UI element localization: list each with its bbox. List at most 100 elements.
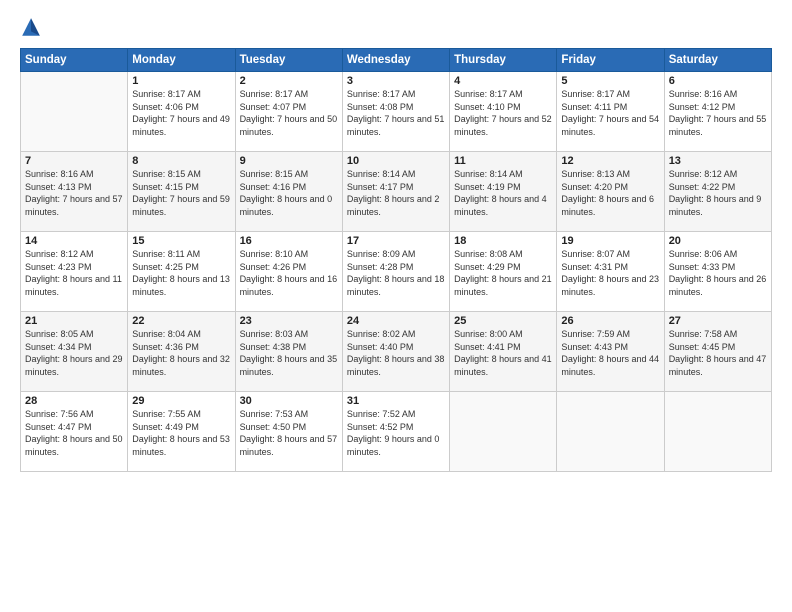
calendar-cell: 24Sunrise: 8:02 AMSunset: 4:40 PMDayligh… <box>342 312 449 392</box>
day-number: 19 <box>561 235 659 247</box>
calendar-cell: 14Sunrise: 8:12 AMSunset: 4:23 PMDayligh… <box>21 232 128 312</box>
day-number: 30 <box>240 395 338 407</box>
day-number: 31 <box>347 395 445 407</box>
day-info: Sunrise: 8:15 AMSunset: 4:15 PMDaylight:… <box>132 168 230 218</box>
day-number: 12 <box>561 155 659 167</box>
calendar-cell: 29Sunrise: 7:55 AMSunset: 4:49 PMDayligh… <box>128 392 235 472</box>
day-info: Sunrise: 8:16 AMSunset: 4:12 PMDaylight:… <box>669 88 767 138</box>
calendar-cell: 7Sunrise: 8:16 AMSunset: 4:13 PMDaylight… <box>21 152 128 232</box>
day-number: 7 <box>25 155 123 167</box>
day-info: Sunrise: 8:15 AMSunset: 4:16 PMDaylight:… <box>240 168 338 218</box>
day-info: Sunrise: 8:05 AMSunset: 4:34 PMDaylight:… <box>25 328 123 378</box>
day-number: 29 <box>132 395 230 407</box>
day-number: 3 <box>347 75 445 87</box>
day-number: 13 <box>669 155 767 167</box>
calendar-cell <box>557 392 664 472</box>
day-number: 9 <box>240 155 338 167</box>
calendar-week-2: 7Sunrise: 8:16 AMSunset: 4:13 PMDaylight… <box>21 152 772 232</box>
day-info: Sunrise: 8:11 AMSunset: 4:25 PMDaylight:… <box>132 248 230 298</box>
calendar-cell: 15Sunrise: 8:11 AMSunset: 4:25 PMDayligh… <box>128 232 235 312</box>
calendar-cell: 19Sunrise: 8:07 AMSunset: 4:31 PMDayligh… <box>557 232 664 312</box>
day-number: 1 <box>132 75 230 87</box>
day-info: Sunrise: 8:08 AMSunset: 4:29 PMDaylight:… <box>454 248 552 298</box>
calendar-cell: 31Sunrise: 7:52 AMSunset: 4:52 PMDayligh… <box>342 392 449 472</box>
day-number: 4 <box>454 75 552 87</box>
calendar-cell <box>21 72 128 152</box>
day-info: Sunrise: 8:17 AMSunset: 4:07 PMDaylight:… <box>240 88 338 138</box>
day-info: Sunrise: 7:52 AMSunset: 4:52 PMDaylight:… <box>347 408 445 458</box>
logo-icon <box>20 16 42 38</box>
calendar-cell: 1Sunrise: 8:17 AMSunset: 4:06 PMDaylight… <box>128 72 235 152</box>
day-info: Sunrise: 8:03 AMSunset: 4:38 PMDaylight:… <box>240 328 338 378</box>
calendar-week-4: 21Sunrise: 8:05 AMSunset: 4:34 PMDayligh… <box>21 312 772 392</box>
day-number: 6 <box>669 75 767 87</box>
weekday-row: SundayMondayTuesdayWednesdayThursdayFrid… <box>21 49 772 72</box>
day-number: 8 <box>132 155 230 167</box>
day-number: 24 <box>347 315 445 327</box>
day-info: Sunrise: 8:17 AMSunset: 4:08 PMDaylight:… <box>347 88 445 138</box>
day-info: Sunrise: 8:07 AMSunset: 4:31 PMDaylight:… <box>561 248 659 298</box>
day-info: Sunrise: 8:17 AMSunset: 4:06 PMDaylight:… <box>132 88 230 138</box>
calendar-cell: 17Sunrise: 8:09 AMSunset: 4:28 PMDayligh… <box>342 232 449 312</box>
day-number: 26 <box>561 315 659 327</box>
weekday-header-friday: Friday <box>557 49 664 72</box>
day-number: 20 <box>669 235 767 247</box>
day-number: 5 <box>561 75 659 87</box>
logo <box>20 16 46 38</box>
calendar-header: SundayMondayTuesdayWednesdayThursdayFrid… <box>21 49 772 72</box>
day-info: Sunrise: 8:09 AMSunset: 4:28 PMDaylight:… <box>347 248 445 298</box>
calendar-cell <box>450 392 557 472</box>
day-number: 21 <box>25 315 123 327</box>
day-info: Sunrise: 8:13 AMSunset: 4:20 PMDaylight:… <box>561 168 659 218</box>
day-info: Sunrise: 8:10 AMSunset: 4:26 PMDaylight:… <box>240 248 338 298</box>
day-info: Sunrise: 8:12 AMSunset: 4:22 PMDaylight:… <box>669 168 767 218</box>
day-info: Sunrise: 8:17 AMSunset: 4:10 PMDaylight:… <box>454 88 552 138</box>
day-info: Sunrise: 8:16 AMSunset: 4:13 PMDaylight:… <box>25 168 123 218</box>
day-info: Sunrise: 7:56 AMSunset: 4:47 PMDaylight:… <box>25 408 123 458</box>
day-number: 16 <box>240 235 338 247</box>
calendar-week-3: 14Sunrise: 8:12 AMSunset: 4:23 PMDayligh… <box>21 232 772 312</box>
day-info: Sunrise: 7:55 AMSunset: 4:49 PMDaylight:… <box>132 408 230 458</box>
calendar-cell: 30Sunrise: 7:53 AMSunset: 4:50 PMDayligh… <box>235 392 342 472</box>
calendar-cell: 16Sunrise: 8:10 AMSunset: 4:26 PMDayligh… <box>235 232 342 312</box>
day-number: 11 <box>454 155 552 167</box>
day-info: Sunrise: 8:14 AMSunset: 4:19 PMDaylight:… <box>454 168 552 218</box>
weekday-header-saturday: Saturday <box>664 49 771 72</box>
day-info: Sunrise: 7:58 AMSunset: 4:45 PMDaylight:… <box>669 328 767 378</box>
calendar-cell: 23Sunrise: 8:03 AMSunset: 4:38 PMDayligh… <box>235 312 342 392</box>
calendar-cell: 21Sunrise: 8:05 AMSunset: 4:34 PMDayligh… <box>21 312 128 392</box>
day-number: 25 <box>454 315 552 327</box>
calendar-cell: 4Sunrise: 8:17 AMSunset: 4:10 PMDaylight… <box>450 72 557 152</box>
weekday-header-tuesday: Tuesday <box>235 49 342 72</box>
day-number: 10 <box>347 155 445 167</box>
day-number: 28 <box>25 395 123 407</box>
day-number: 2 <box>240 75 338 87</box>
weekday-header-thursday: Thursday <box>450 49 557 72</box>
day-info: Sunrise: 8:02 AMSunset: 4:40 PMDaylight:… <box>347 328 445 378</box>
day-number: 17 <box>347 235 445 247</box>
day-number: 23 <box>240 315 338 327</box>
day-info: Sunrise: 8:06 AMSunset: 4:33 PMDaylight:… <box>669 248 767 298</box>
calendar-cell <box>664 392 771 472</box>
calendar-cell: 5Sunrise: 8:17 AMSunset: 4:11 PMDaylight… <box>557 72 664 152</box>
calendar-cell: 2Sunrise: 8:17 AMSunset: 4:07 PMDaylight… <box>235 72 342 152</box>
day-info: Sunrise: 7:59 AMSunset: 4:43 PMDaylight:… <box>561 328 659 378</box>
day-info: Sunrise: 8:04 AMSunset: 4:36 PMDaylight:… <box>132 328 230 378</box>
day-info: Sunrise: 8:00 AMSunset: 4:41 PMDaylight:… <box>454 328 552 378</box>
calendar-cell: 18Sunrise: 8:08 AMSunset: 4:29 PMDayligh… <box>450 232 557 312</box>
calendar-cell: 3Sunrise: 8:17 AMSunset: 4:08 PMDaylight… <box>342 72 449 152</box>
calendar-cell: 27Sunrise: 7:58 AMSunset: 4:45 PMDayligh… <box>664 312 771 392</box>
calendar-cell: 20Sunrise: 8:06 AMSunset: 4:33 PMDayligh… <box>664 232 771 312</box>
calendar-cell: 10Sunrise: 8:14 AMSunset: 4:17 PMDayligh… <box>342 152 449 232</box>
calendar-cell: 6Sunrise: 8:16 AMSunset: 4:12 PMDaylight… <box>664 72 771 152</box>
day-number: 22 <box>132 315 230 327</box>
calendar-cell: 9Sunrise: 8:15 AMSunset: 4:16 PMDaylight… <box>235 152 342 232</box>
calendar-week-1: 1Sunrise: 8:17 AMSunset: 4:06 PMDaylight… <box>21 72 772 152</box>
calendar-week-5: 28Sunrise: 7:56 AMSunset: 4:47 PMDayligh… <box>21 392 772 472</box>
calendar-cell: 25Sunrise: 8:00 AMSunset: 4:41 PMDayligh… <box>450 312 557 392</box>
calendar-cell: 12Sunrise: 8:13 AMSunset: 4:20 PMDayligh… <box>557 152 664 232</box>
weekday-header-sunday: Sunday <box>21 49 128 72</box>
calendar-cell: 8Sunrise: 8:15 AMSunset: 4:15 PMDaylight… <box>128 152 235 232</box>
calendar-cell: 26Sunrise: 7:59 AMSunset: 4:43 PMDayligh… <box>557 312 664 392</box>
weekday-header-wednesday: Wednesday <box>342 49 449 72</box>
